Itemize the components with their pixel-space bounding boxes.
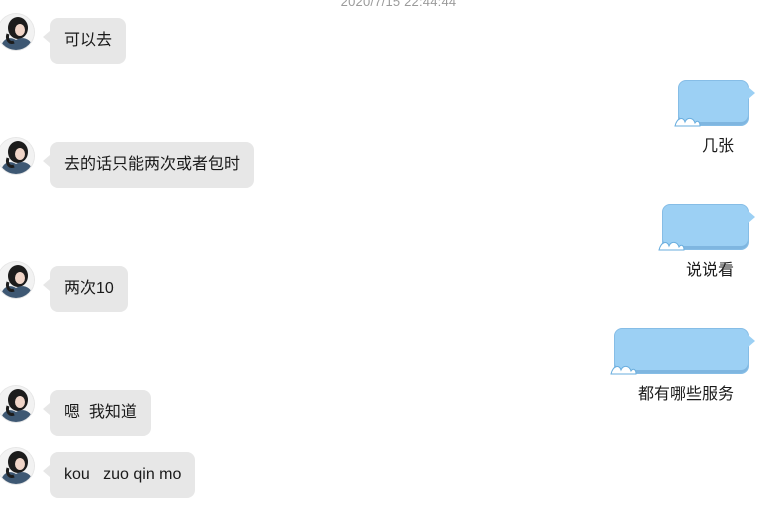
user-avatar-icon <box>0 138 34 174</box>
outgoing-message[interactable]: 都有哪些服务 <box>610 328 755 403</box>
outgoing-message-text: 都有哪些服务 <box>637 386 734 403</box>
outgoing-message[interactable]: 几张 <box>674 80 755 155</box>
incoming-message[interactable]: 去的话只能两次或者包时 <box>42 142 255 188</box>
contact-avatar[interactable] <box>0 262 34 298</box>
user-avatar-icon <box>0 386 34 422</box>
incoming-message[interactable]: 两次10 <box>43 266 128 312</box>
outgoing-message-text: 几张 <box>701 138 734 155</box>
chat-timestamp: 2020/7/15 22:44:44 <box>340 0 457 9</box>
outgoing-message[interactable]: 说说看 <box>658 204 755 279</box>
outgoing-message-text: 说说看 <box>685 262 734 279</box>
wave-decoration-icon <box>674 117 701 127</box>
incoming-message[interactable]: 嗯 我知道 <box>43 390 151 436</box>
contact-avatar[interactable] <box>0 386 34 422</box>
contact-avatar[interactable] <box>0 448 34 484</box>
wave-decoration-icon <box>610 365 637 375</box>
user-avatar-icon <box>0 448 34 484</box>
user-avatar-icon <box>0 262 34 298</box>
incoming-message[interactable]: kou zuo qin mo <box>42 452 196 498</box>
wave-decoration-icon <box>658 241 685 251</box>
contact-avatar[interactable] <box>0 138 34 174</box>
incoming-message[interactable]: 可以去 <box>42 18 127 64</box>
contact-avatar[interactable] <box>0 14 34 50</box>
user-avatar-icon <box>0 14 34 50</box>
